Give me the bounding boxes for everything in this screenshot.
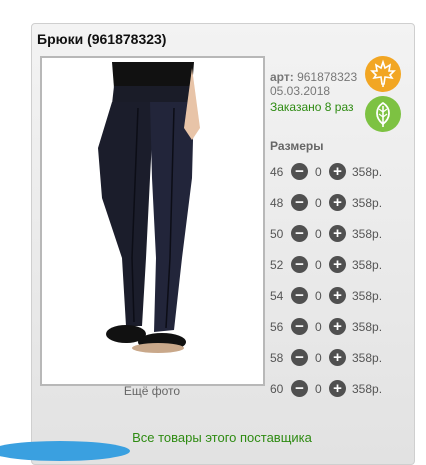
product-photo[interactable] bbox=[40, 56, 265, 386]
quantity-value: 0 bbox=[315, 165, 322, 179]
increase-quantity-button[interactable]: + bbox=[329, 349, 346, 366]
decrease-quantity-button[interactable]: − bbox=[291, 318, 308, 335]
size-row-58: 58 − 0 + 358р. bbox=[270, 349, 400, 367]
size-row-52: 52 − 0 + 358р. bbox=[270, 256, 400, 274]
decrease-quantity-button[interactable]: − bbox=[291, 380, 308, 397]
size-value: 52 bbox=[270, 258, 284, 272]
increase-quantity-button[interactable]: + bbox=[329, 287, 346, 304]
decrease-quantity-button[interactable]: − bbox=[291, 225, 308, 242]
size-value: 54 bbox=[270, 289, 284, 303]
size-value: 56 bbox=[270, 320, 284, 334]
price-value: 358р. bbox=[352, 227, 383, 241]
more-photos-link[interactable]: Ещё фото bbox=[40, 384, 264, 398]
size-row-54: 54 − 0 + 358р. bbox=[270, 287, 400, 305]
decrease-quantity-button[interactable]: − bbox=[291, 163, 308, 180]
decrease-quantity-button[interactable]: − bbox=[291, 256, 308, 273]
trousers-image bbox=[42, 58, 263, 384]
price-value: 358р. bbox=[352, 320, 383, 334]
increase-quantity-button[interactable]: + bbox=[329, 194, 346, 211]
leaf-icon bbox=[365, 96, 401, 132]
price-value: 358р. bbox=[352, 258, 383, 272]
size-row-48: 48 − 0 + 358р. bbox=[270, 194, 400, 212]
increase-quantity-button[interactable]: + bbox=[329, 225, 346, 242]
ordered-count: Заказано 8 раз bbox=[270, 100, 354, 114]
size-value: 58 bbox=[270, 351, 284, 365]
quantity-value: 0 bbox=[315, 196, 322, 210]
quantity-value: 0 bbox=[315, 289, 322, 303]
increase-quantity-button[interactable]: + bbox=[329, 163, 346, 180]
size-row-46: 46 − 0 + 358р. bbox=[270, 163, 400, 181]
price-value: 358р. bbox=[352, 165, 383, 179]
article-label: арт: bbox=[270, 70, 294, 84]
decrease-quantity-button[interactable]: − bbox=[291, 194, 308, 211]
size-value: 46 bbox=[270, 165, 284, 179]
size-row-56: 56 − 0 + 358р. bbox=[270, 318, 400, 336]
article-date: 05.03.2018 bbox=[270, 84, 331, 98]
article-info: арт: 961878323 05.03.2018 bbox=[270, 70, 357, 98]
decrease-quantity-button[interactable]: − bbox=[291, 287, 308, 304]
article-number: 961878323 bbox=[297, 70, 358, 84]
price-value: 358р. bbox=[352, 351, 383, 365]
decrease-quantity-button[interactable]: − bbox=[291, 349, 308, 366]
quantity-value: 0 bbox=[315, 258, 322, 272]
sizes-heading: Размеры bbox=[270, 139, 324, 153]
increase-quantity-button[interactable]: + bbox=[329, 256, 346, 273]
price-value: 358р. bbox=[352, 382, 383, 396]
size-value: 48 bbox=[270, 196, 284, 210]
quantity-value: 0 bbox=[315, 227, 322, 241]
increase-quantity-button[interactable]: + bbox=[329, 318, 346, 335]
quantity-value: 0 bbox=[315, 320, 322, 334]
increase-quantity-button[interactable]: + bbox=[329, 380, 346, 397]
quantity-value: 0 bbox=[315, 382, 322, 396]
maple-leaf-icon bbox=[365, 56, 401, 92]
size-value: 50 bbox=[270, 227, 284, 241]
price-value: 358р. bbox=[352, 196, 383, 210]
size-row-60: 60 − 0 + 358р. bbox=[270, 380, 400, 398]
quantity-value: 0 bbox=[315, 351, 322, 365]
size-value: 60 bbox=[270, 382, 284, 396]
size-row-50: 50 − 0 + 358р. bbox=[270, 225, 400, 243]
product-title: Брюки (961878323) bbox=[37, 31, 167, 47]
price-value: 358р. bbox=[352, 289, 383, 303]
